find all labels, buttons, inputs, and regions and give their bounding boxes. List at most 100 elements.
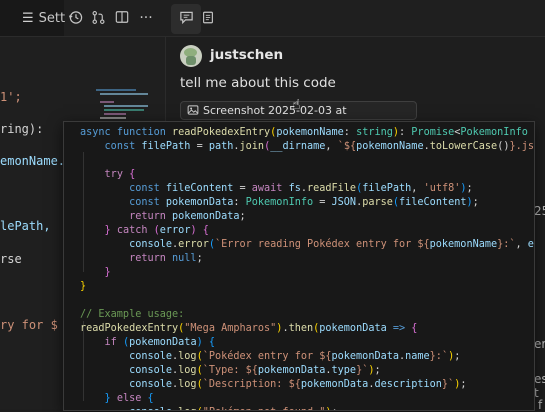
var: pokemonData bbox=[331, 351, 399, 362]
var: pokemonData bbox=[165, 197, 234, 208]
var: JSON bbox=[331, 197, 357, 208]
keyword: function bbox=[116, 127, 166, 138]
brace: } bbox=[104, 393, 111, 404]
code-fragment: rse bbox=[0, 252, 22, 266]
code-line: console.log(`Type: ${pokemonData.type}`)… bbox=[129, 365, 381, 376]
keyword: const bbox=[129, 197, 160, 208]
var: pokemonName bbox=[429, 239, 498, 250]
paren: ) bbox=[392, 127, 400, 138]
code-preview-popup[interactable]: async function readPokedexEntry(pokemonN… bbox=[63, 121, 535, 411]
var: console bbox=[129, 365, 173, 376]
tab-settings[interactable]: ☰ Sett bbox=[0, 0, 66, 36]
keyword: null bbox=[172, 253, 197, 264]
var: filePath bbox=[362, 183, 412, 194]
string: `Error reading Pokédex entry for ${ bbox=[214, 239, 430, 250]
type: PokemonInfo bbox=[460, 127, 528, 138]
string: }:` bbox=[429, 351, 449, 362]
code-fragment: lePath, bbox=[0, 219, 51, 233]
keyword: try bbox=[104, 169, 123, 180]
text-fragment: es t bbox=[534, 372, 545, 400]
code-line: return null; bbox=[129, 253, 203, 264]
code-line: console.log("Pokémon not found."); bbox=[80, 407, 338, 410]
tab-settings-label: Sett bbox=[38, 10, 66, 26]
var: error bbox=[159, 225, 191, 236]
text-fragment: 25- bbox=[534, 204, 545, 218]
paren: ) bbox=[368, 365, 375, 376]
string: 'utf8' bbox=[423, 183, 461, 194]
var: __dirname bbox=[270, 141, 326, 152]
var: description bbox=[374, 379, 442, 390]
code-line: return pokemonData; bbox=[129, 211, 246, 222]
code-line: } else { bbox=[80, 393, 154, 404]
code-line: } catch (error) { bbox=[80, 225, 209, 236]
var: fileContent bbox=[165, 183, 234, 194]
fn-name: readPokedexEntry bbox=[80, 323, 179, 334]
fn-name: log bbox=[178, 407, 196, 410]
brace: { bbox=[411, 323, 418, 334]
brace: { bbox=[208, 337, 215, 348]
code-line: const pokemonData: PokemonInfo = JSON.pa… bbox=[129, 197, 479, 208]
string: "Mega Ampharos" bbox=[184, 323, 277, 334]
var: pokemonData bbox=[319, 323, 387, 334]
brace: { bbox=[129, 169, 136, 180]
text-fragment: er bbox=[534, 337, 545, 351]
var: console bbox=[129, 351, 173, 362]
var: pokemonName bbox=[356, 141, 424, 152]
fn-name: log bbox=[178, 351, 197, 362]
fn-name: log bbox=[178, 365, 197, 376]
keyword: await bbox=[251, 183, 283, 194]
code-line: // Example usage: bbox=[80, 309, 184, 320]
var: path bbox=[208, 141, 234, 152]
fn-name: readFile bbox=[307, 183, 357, 194]
fn-name: parse bbox=[362, 197, 393, 208]
var: error bbox=[527, 239, 534, 250]
keyword: async bbox=[80, 127, 111, 138]
string: }.json` bbox=[509, 141, 535, 152]
keyword: const bbox=[129, 183, 160, 194]
code-line: async function readPokedexEntry(pokemonN… bbox=[80, 127, 534, 138]
chat-username: justschen bbox=[210, 47, 284, 63]
hand-cursor-icon: ☝ bbox=[292, 97, 301, 113]
var: console bbox=[129, 379, 173, 390]
paren: ) bbox=[466, 197, 473, 208]
source-control-icon[interactable] bbox=[90, 10, 106, 26]
var: fileContent bbox=[399, 197, 467, 208]
paren: ) bbox=[276, 323, 283, 334]
string: "Pokémon not found." bbox=[203, 407, 326, 410]
keyword: => bbox=[392, 323, 406, 334]
type: Promise bbox=[411, 127, 455, 138]
string: `Type: ${ bbox=[202, 365, 258, 376]
code-line: console.error(`Error reading Pokédex ent… bbox=[80, 239, 534, 250]
split-editor-icon[interactable] bbox=[114, 10, 130, 26]
string: }:` bbox=[497, 239, 516, 250]
more-icon[interactable]: ··· bbox=[138, 10, 154, 26]
code-line: const filePath = path.join(__dirname, `$… bbox=[80, 141, 535, 152]
keyword: else bbox=[116, 393, 142, 404]
var: pokemonData bbox=[257, 365, 326, 376]
keyword: catch bbox=[116, 225, 148, 236]
paren: ) bbox=[190, 225, 197, 236]
fn-name: join bbox=[239, 141, 265, 152]
paren: ) bbox=[460, 183, 467, 194]
var: pokemonData bbox=[300, 379, 369, 390]
keyword: return bbox=[129, 253, 166, 264]
chat-icon bbox=[178, 10, 194, 26]
code-line: if (pokemonData) { bbox=[80, 337, 215, 348]
var: type bbox=[331, 365, 357, 376]
avatar bbox=[180, 45, 202, 67]
fn-name: then bbox=[288, 323, 314, 334]
var: pokemonData bbox=[129, 337, 197, 348]
string: `${ bbox=[337, 141, 357, 152]
notes-icon[interactable] bbox=[200, 10, 216, 26]
type: PokemonInfo bbox=[245, 197, 314, 208]
fn-name: toLowerCase bbox=[429, 141, 498, 152]
keyword: const bbox=[104, 141, 136, 152]
string: }` bbox=[356, 365, 369, 376]
paren: ) bbox=[448, 351, 455, 362]
history-icon[interactable] bbox=[67, 10, 83, 26]
paren: ) bbox=[454, 379, 461, 390]
var: fs bbox=[288, 183, 301, 194]
code-line: readPokedexEntry("Mega Ampharos").then(p… bbox=[80, 323, 418, 334]
param: pokemonName bbox=[276, 127, 344, 138]
text-fragment: f bbox=[538, 398, 543, 412]
